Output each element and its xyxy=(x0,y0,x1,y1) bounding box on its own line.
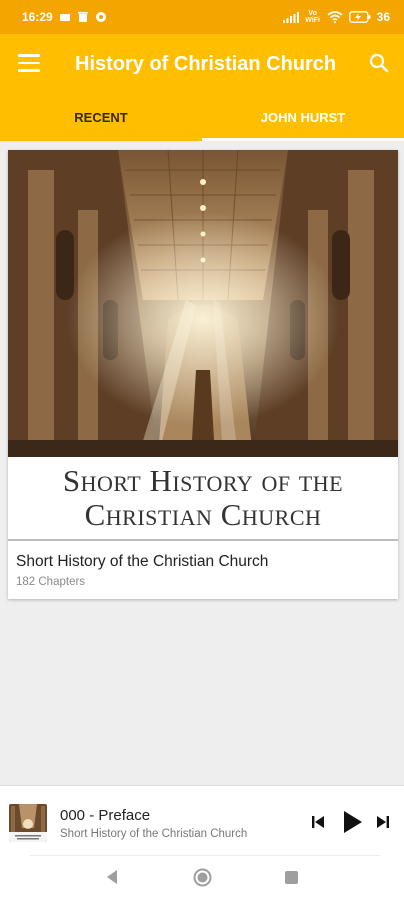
search-icon[interactable] xyxy=(368,52,390,74)
nav-divider xyxy=(30,855,380,856)
status-bar: 16:29 Vo WiFi 36 xyxy=(0,0,404,34)
signal-icon xyxy=(282,12,299,23)
app-notification-icon xyxy=(95,12,106,22)
app-bar: History of Christian Church xyxy=(0,34,404,94)
status-time: 16:29 xyxy=(22,10,53,24)
chapter-count: 182 Chapters xyxy=(16,576,86,588)
cover-title: Short History of the Christian Church xyxy=(8,457,398,539)
battery-icon xyxy=(348,11,371,23)
home-icon[interactable] xyxy=(193,868,212,887)
app-title: History of Christian Church xyxy=(75,53,337,75)
track-title: 000 - Preface xyxy=(60,807,151,824)
cover-title-line-2: Christian Church xyxy=(84,497,322,532)
vowifi-label: Vo WiFi xyxy=(305,10,320,24)
battery-percent: 36 xyxy=(376,10,390,24)
book-card[interactable]: Short History of the Christian Church Sh… xyxy=(8,150,398,599)
cover-photo-basilica-interior xyxy=(8,150,398,457)
tab-recent[interactable]: RECENT xyxy=(0,94,202,141)
player-thumbnail xyxy=(9,804,47,842)
book-cover: Short History of the Christian Church xyxy=(8,150,398,539)
recents-icon[interactable] xyxy=(285,871,298,884)
trash-icon xyxy=(77,12,88,22)
skip-previous-icon[interactable] xyxy=(310,814,326,830)
status-left: 16:29 xyxy=(22,10,107,24)
card-divider xyxy=(8,539,398,541)
menu-icon[interactable] xyxy=(18,54,40,74)
back-icon[interactable] xyxy=(105,869,119,885)
status-right: Vo WiFi 36 xyxy=(282,10,390,24)
track-book-title: Short History of the Christian Church xyxy=(60,828,248,840)
tab-john-hurst[interactable]: JOHN HURST xyxy=(202,94,404,141)
play-icon[interactable] xyxy=(341,810,363,834)
skip-next-icon[interactable] xyxy=(375,814,391,830)
notification-icon xyxy=(59,14,70,21)
wifi-icon xyxy=(327,11,343,23)
system-nav-bar xyxy=(0,855,404,900)
book-title: Short History of the Christian Church xyxy=(16,553,269,570)
mini-player[interactable]: 000 - Preface Short History of the Chris… xyxy=(0,785,404,855)
book-list: Short History of the Christian Church Sh… xyxy=(0,141,404,785)
cover-title-line-1: Short History of the xyxy=(62,463,344,498)
tab-bar: RECENT JOHN HURST xyxy=(0,94,404,141)
